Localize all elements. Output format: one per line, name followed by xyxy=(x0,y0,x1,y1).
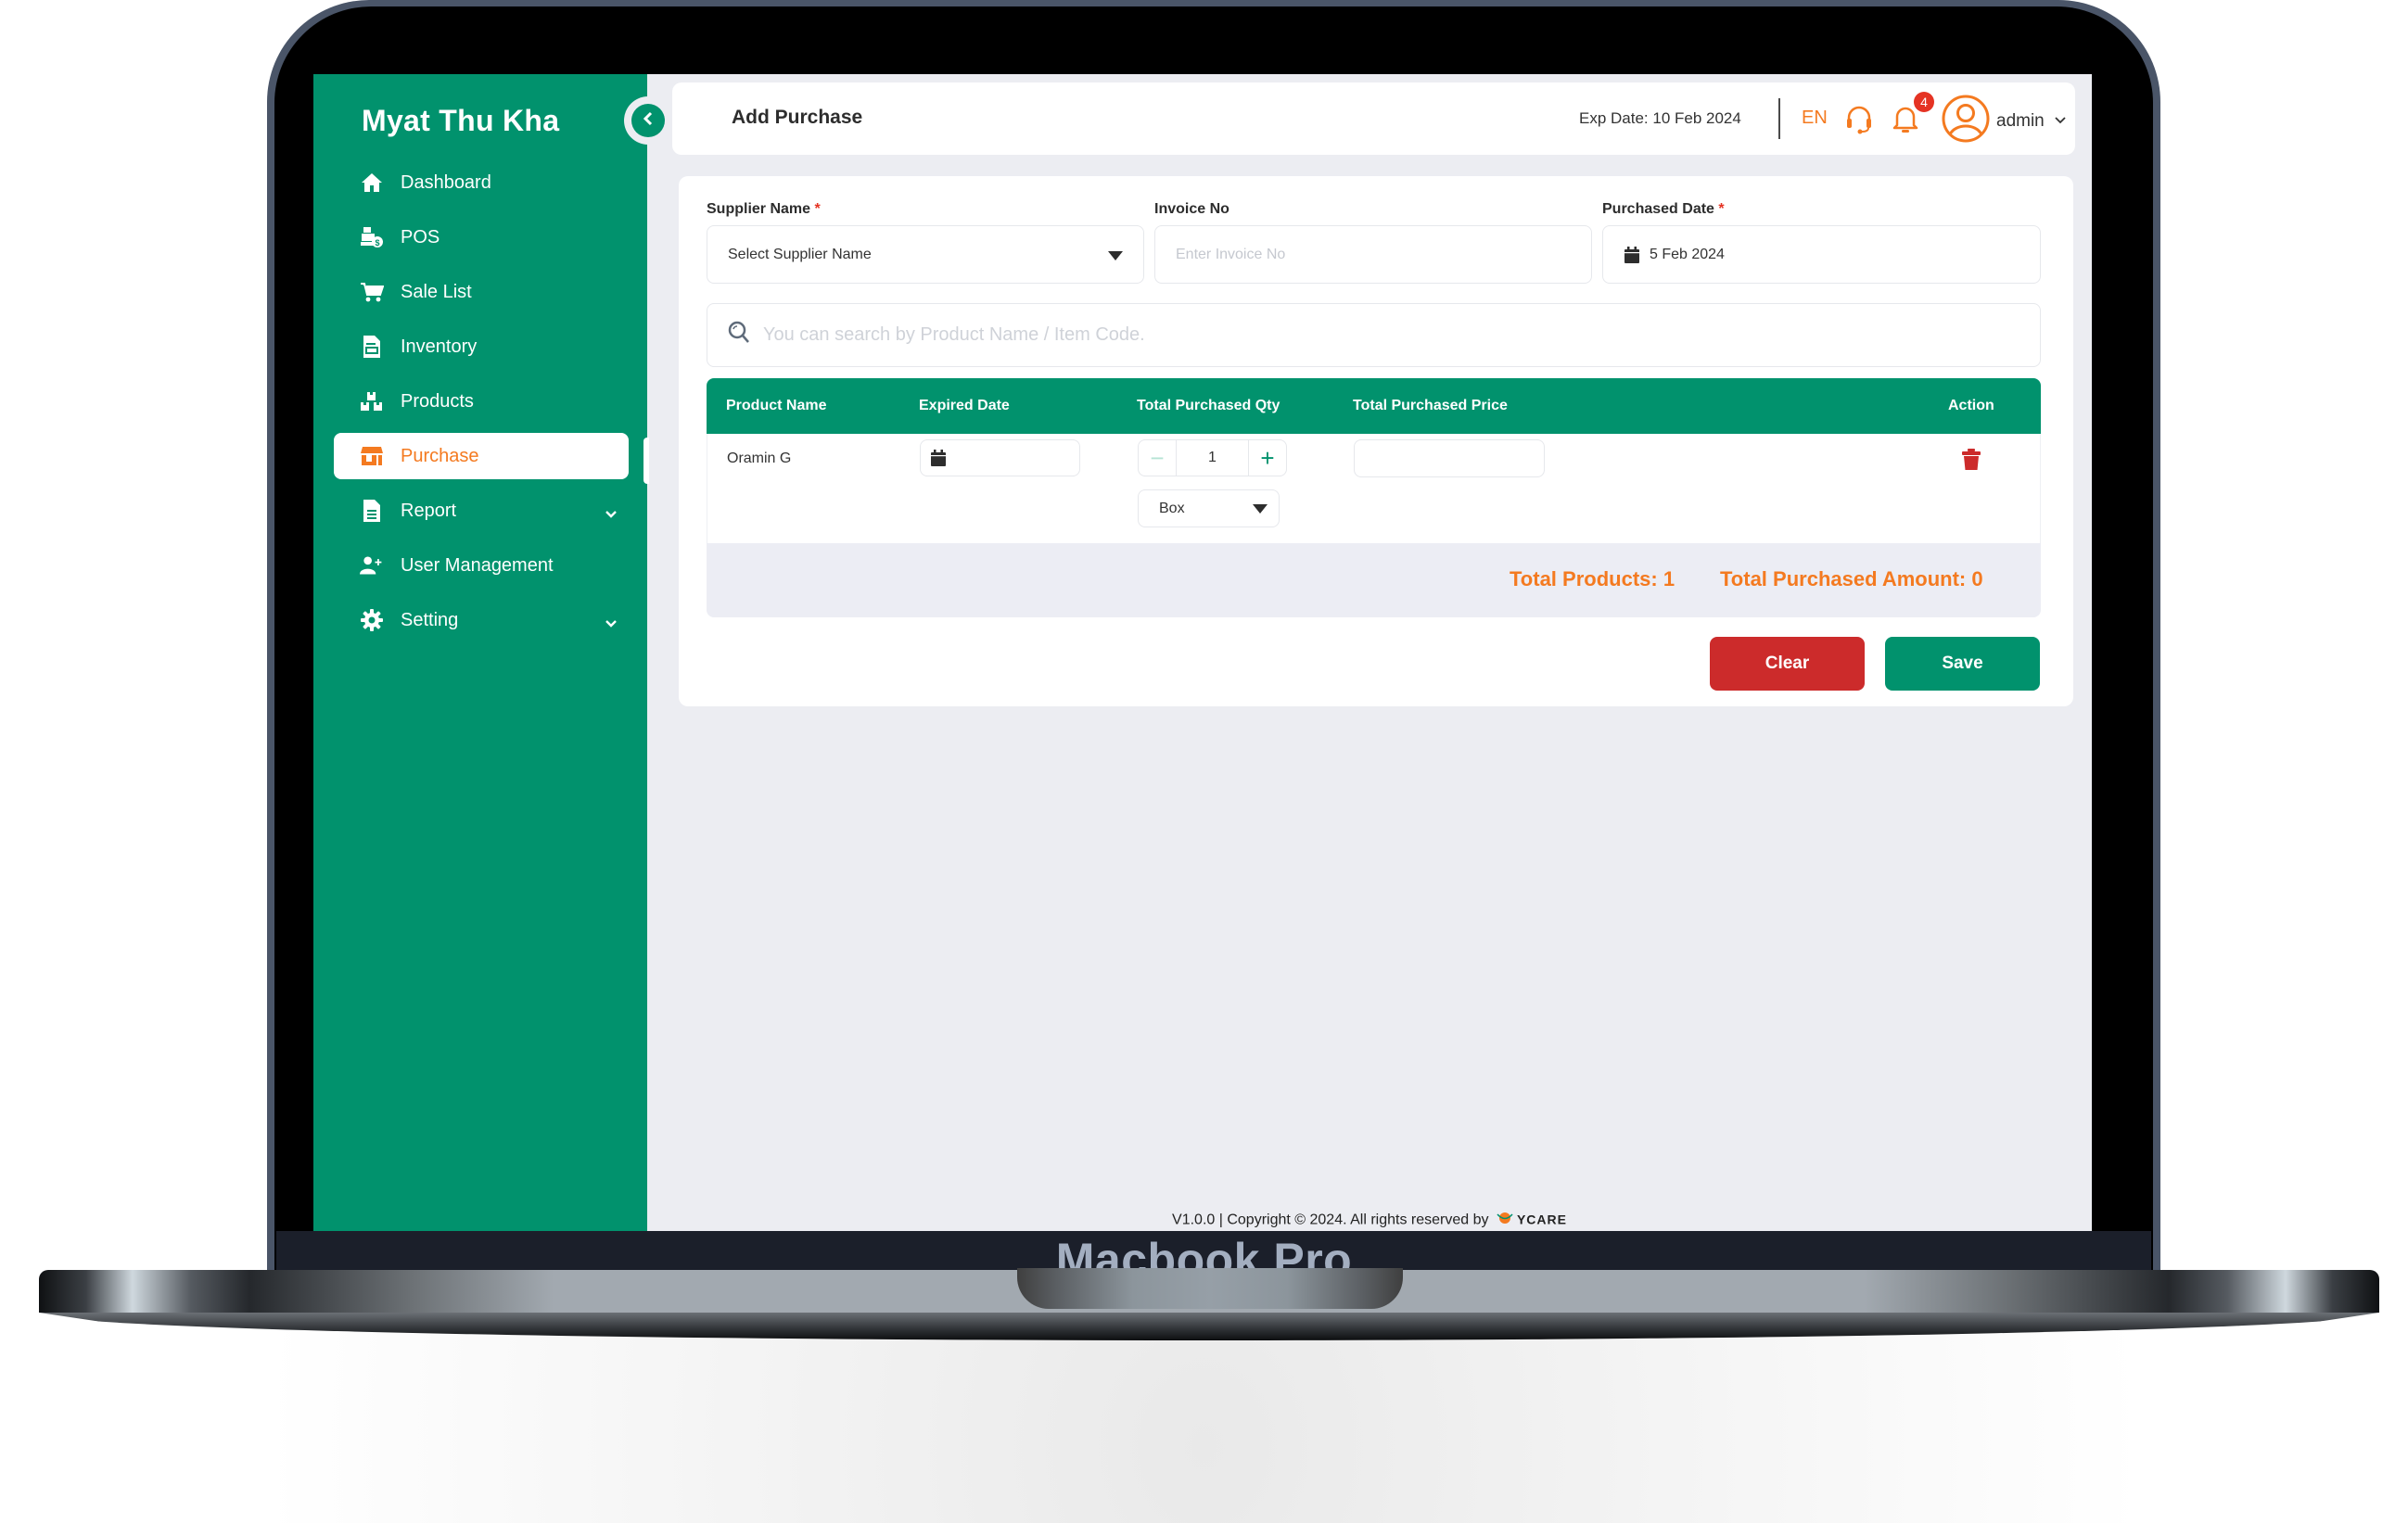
sidebar-item-label: Purchase xyxy=(401,445,479,466)
chevron-down-icon xyxy=(605,613,618,634)
gear-icon xyxy=(360,608,384,632)
column-header: Product Name xyxy=(726,398,827,413)
support-headset-icon[interactable] xyxy=(1845,105,1873,139)
caret-down-icon xyxy=(1108,251,1123,260)
purchased-date-field[interactable]: 5 Feb 2024 xyxy=(1602,225,2041,284)
calendar-icon xyxy=(1624,246,1640,264)
supplier-select-value: Select Supplier Name xyxy=(728,246,872,262)
purchase-summary: Total Products: 1 Total Purchased Amount… xyxy=(707,543,2041,617)
sidebar-nav: Dashboard $ POS Sale List Inventory Prod… xyxy=(334,159,629,652)
purchased-price-field[interactable] xyxy=(1354,439,1545,477)
sidebar-item-label: Products xyxy=(401,390,474,412)
save-button[interactable]: Save xyxy=(1885,637,2040,691)
sidebar-item-purchase[interactable]: Purchase xyxy=(334,433,629,479)
laptop-hinge-notch xyxy=(1017,1268,1403,1309)
chevron-down-icon xyxy=(605,503,618,525)
boxes-icon xyxy=(360,389,384,413)
increment-button[interactable]: + xyxy=(1248,440,1286,476)
notification-badge: 4 xyxy=(1914,92,1934,112)
supplier-label: Supplier Name * xyxy=(707,201,821,217)
quantity-stepper: − 1 + xyxy=(1138,439,1287,476)
invoice-input[interactable] xyxy=(1176,246,1591,263)
stage: Macbook Pro Myat Thu Kha Dashboard $ POS… xyxy=(0,0,2408,1523)
quantity-value[interactable]: 1 xyxy=(1177,440,1248,476)
sidebar-item-pos[interactable]: $ POS xyxy=(334,214,629,260)
cash-register-icon: $ xyxy=(360,225,384,249)
expired-date-input[interactable] xyxy=(920,439,1080,476)
sidebar-collapse-button[interactable] xyxy=(624,96,672,145)
chevron-down-icon xyxy=(2054,113,2067,130)
sidebar-item-setting[interactable]: Setting xyxy=(334,597,629,643)
unit-value: Box xyxy=(1159,500,1185,516)
total-products: Total Products: 1 xyxy=(1510,567,1675,590)
sidebar-item-sale-list[interactable]: Sale List xyxy=(334,269,629,315)
sidebar-item-products[interactable]: Products xyxy=(334,378,629,425)
sidebar: Myat Thu Kha Dashboard $ POS Sale List I… xyxy=(313,74,647,1231)
ycare-logo-icon xyxy=(1497,1210,1513,1231)
sidebar-item-label: Setting xyxy=(401,609,459,630)
sidebar-item-label: Inventory xyxy=(401,336,478,357)
active-item-indicator xyxy=(643,438,649,484)
app-screen: Myat Thu Kha Dashboard $ POS Sale List I… xyxy=(313,74,2092,1231)
page-title: Add Purchase xyxy=(732,107,863,128)
table-row: Oramin G − 1 + Box xyxy=(707,434,2041,543)
sidebar-item-label: User Management xyxy=(401,554,554,576)
expiry-date: Exp Date: 10 Feb 2024 xyxy=(1579,109,1741,127)
calendar-icon xyxy=(930,449,947,467)
home-icon xyxy=(360,171,384,195)
sidebar-item-label: POS xyxy=(401,226,440,247)
brand-name: Myat Thu Kha xyxy=(362,104,560,137)
store-icon xyxy=(360,444,384,468)
report-file-icon xyxy=(360,499,384,523)
cart-icon xyxy=(360,280,384,304)
purchased-date-value: 5 Feb 2024 xyxy=(1650,246,1725,262)
purchased-date-label: Purchased Date * xyxy=(1602,201,1725,217)
sidebar-item-dashboard[interactable]: Dashboard xyxy=(334,159,629,206)
sidebar-item-inventory[interactable]: Inventory xyxy=(334,324,629,370)
invoice-field[interactable] xyxy=(1154,225,1592,284)
caret-down-icon xyxy=(1253,504,1268,514)
sidebar-item-label: Sale List xyxy=(401,281,472,302)
supplier-select[interactable]: Select Supplier Name xyxy=(707,225,1144,284)
purchased-price-input[interactable] xyxy=(1355,440,1544,476)
copyright-text: V1.0.0 | Copyright © 2024. All rights re… xyxy=(1172,1212,1489,1228)
sidebar-item-user-management[interactable]: User Management xyxy=(334,542,629,589)
trash-icon xyxy=(1962,449,1981,475)
decrement-button[interactable]: − xyxy=(1139,440,1177,476)
column-header: Action xyxy=(1948,398,1994,413)
footer: V1.0.0 | Copyright © 2024. All rights re… xyxy=(313,1210,2092,1231)
sidebar-item-report[interactable]: Report xyxy=(334,488,629,534)
total-purchased-amount: Total Purchased Amount: 0 xyxy=(1720,567,1983,590)
language-selector[interactable]: EN xyxy=(1802,108,1828,129)
unit-select[interactable]: Box xyxy=(1138,489,1280,527)
invoice-label: Invoice No xyxy=(1154,201,1229,217)
clear-button[interactable]: Clear xyxy=(1710,637,1865,691)
delete-row-button[interactable] xyxy=(1962,449,1981,476)
sidebar-item-label: Report xyxy=(401,500,457,521)
add-purchase-form: Supplier Name * Invoice No Purchased Dat… xyxy=(679,176,2073,706)
product-search[interactable] xyxy=(707,303,2041,367)
footer-brand: YCARE xyxy=(1516,1212,1567,1227)
user-menu[interactable]: admin xyxy=(1941,94,2067,148)
svg-text:$: $ xyxy=(375,238,379,247)
column-header: Total Purchased Price xyxy=(1353,398,1508,413)
purchase-items-table: Product Name Expired Date Total Purchase… xyxy=(707,378,2041,617)
search-icon xyxy=(728,321,750,349)
table-header: Product Name Expired Date Total Purchase… xyxy=(707,378,2041,434)
sidebar-item-label: Dashboard xyxy=(401,171,491,193)
inventory-document-icon xyxy=(360,335,384,359)
header-divider xyxy=(1778,98,1780,139)
column-header: Total Purchased Qty xyxy=(1137,398,1280,413)
username: admin xyxy=(1996,110,2045,131)
column-header: Expired Date xyxy=(919,398,1010,413)
product-search-input[interactable] xyxy=(763,324,1944,346)
user-avatar-icon xyxy=(1941,94,1991,148)
user-plus-icon xyxy=(360,553,384,577)
chevron-left-icon xyxy=(642,111,655,131)
product-name: Oramin G xyxy=(727,451,792,466)
laptop-base-bottom xyxy=(39,1313,2379,1340)
top-header: Add Purchase Exp Date: 10 Feb 2024 EN 4 … xyxy=(672,82,2075,155)
